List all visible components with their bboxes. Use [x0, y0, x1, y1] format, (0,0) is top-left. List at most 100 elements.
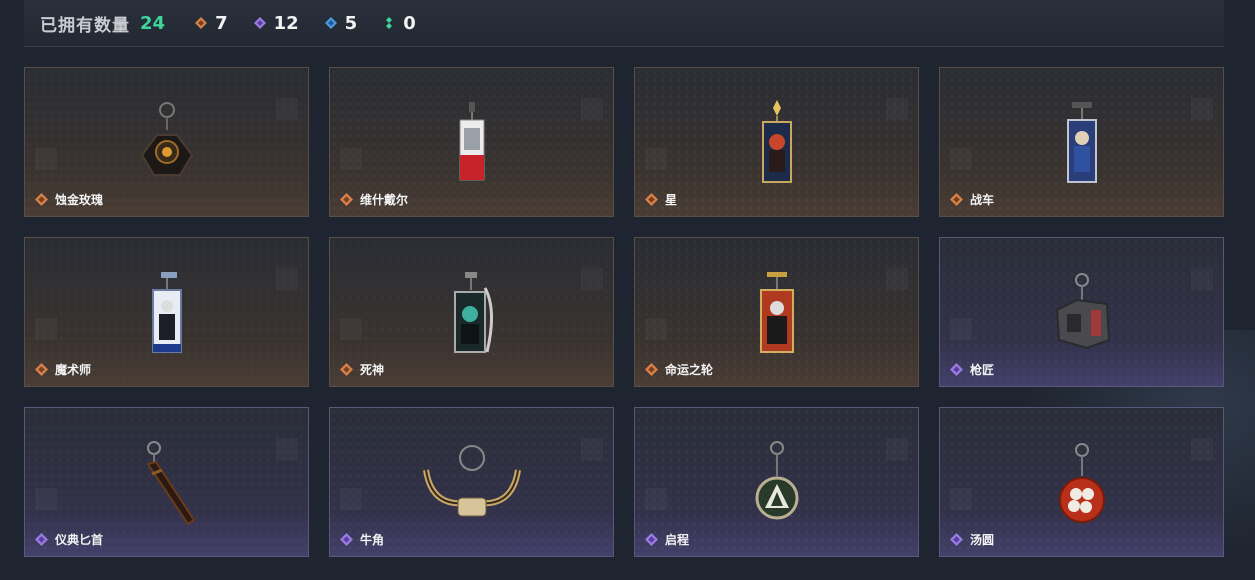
pendant-card[interactable]: 牛角 [329, 407, 614, 557]
decor-square [35, 148, 57, 170]
decor-square [35, 488, 57, 510]
decor-square [1191, 438, 1213, 460]
pendant-card[interactable]: 魔术师 [24, 237, 309, 387]
purple-diamond-icon [950, 533, 963, 546]
orange-diamond-icon [35, 363, 48, 376]
purple-diamond-icon [340, 533, 353, 546]
pendant-name: 枪匠 [970, 363, 995, 377]
pendant-label: 启程 [645, 531, 689, 548]
pendant-name: 维什戴尔 [360, 193, 409, 207]
pendant-card[interactable]: 命运之轮 [634, 237, 919, 387]
rarity-stat-blue: 5 [324, 12, 358, 34]
owned-count-label: 已拥有数量 [40, 15, 130, 36]
tarot-card-icon [759, 272, 794, 353]
decor-square [886, 438, 908, 460]
pendant-label: 蚀金玫瑰 [35, 191, 103, 208]
decor-square [1191, 268, 1213, 290]
pendant-name: 牛角 [360, 533, 385, 547]
decor-square [35, 318, 57, 340]
purple-diamond-icon [645, 533, 658, 546]
decor-square [950, 148, 972, 170]
badge-pendant-icon [755, 441, 798, 520]
pendant-label: 枪匠 [950, 361, 994, 378]
pendant-card[interactable]: 死神 [329, 237, 614, 387]
pendant-label: 维什戴尔 [340, 191, 408, 208]
decor-square [950, 318, 972, 340]
pendant-name: 命运之轮 [665, 363, 714, 377]
pendant-name: 战车 [970, 193, 995, 207]
decor-square [886, 268, 908, 290]
decor-square [340, 148, 362, 170]
decor-square [950, 488, 972, 510]
purple-diamond-icon [950, 363, 963, 376]
pendant-label: 死神 [340, 361, 384, 378]
green-diamond-icon [386, 17, 393, 29]
rarity-count-blue: 5 [344, 12, 358, 34]
pendant-name: 启程 [665, 533, 690, 547]
gun-part-pendant-icon [1055, 273, 1110, 350]
pendant-label: 牛角 [340, 531, 384, 548]
pendant-name: 仪典匕首 [55, 533, 104, 547]
pendant-label: 汤圆 [950, 531, 994, 548]
pendant-name: 星 [665, 193, 678, 207]
decor-square [645, 318, 667, 340]
decor-square [886, 98, 908, 120]
rarity-stat-green: 0 [383, 13, 416, 34]
decor-square [276, 98, 298, 120]
pendant-name: 蚀金玫瑰 [55, 193, 104, 207]
pendant-card[interactable]: 蚀金玫瑰 [24, 67, 309, 217]
pendant-card[interactable]: 汤圆 [939, 407, 1224, 557]
pendant-card[interactable]: 维什戴尔 [329, 67, 614, 217]
rarity-stat-purple: 12 [253, 12, 299, 34]
bowl-pendant-icon [1058, 443, 1105, 523]
tarot-card-icon [1066, 102, 1097, 183]
pendant-label: 星 [645, 191, 677, 208]
pendant-name: 死神 [360, 363, 385, 377]
rarity-count-purple: 12 [273, 12, 299, 34]
blue-diamond-icon [324, 17, 337, 29]
dagger-pendant-icon [145, 441, 195, 526]
orange-diamond-icon [645, 193, 658, 206]
orange-diamond-icon [645, 363, 658, 376]
pendant-label: 仪典匕首 [35, 531, 103, 548]
decor-square [340, 488, 362, 510]
orange-diamond-icon [35, 193, 48, 206]
tarot-card-icon [761, 100, 792, 183]
pendant-grid: 蚀金玫瑰 维什戴尔 星 战车 魔术师 死神 命运之轮 枪匠 仪典匕首 牛角 启程… [24, 67, 1224, 557]
pendant-card[interactable]: 星 [634, 67, 919, 217]
inventory-header: 已拥有数量 24 7 12 5 0 [24, 0, 1224, 47]
decor-square [581, 268, 603, 290]
pendant-name: 魔术师 [55, 363, 92, 377]
pendant-label: 魔术师 [35, 361, 91, 378]
orange-diamond-icon [195, 17, 208, 29]
orange-diamond-icon [340, 363, 353, 376]
card-pendant-icon [459, 102, 484, 181]
orange-diamond-icon [340, 193, 353, 206]
decor-square [645, 148, 667, 170]
decor-square [340, 318, 362, 340]
tarot-card-icon [151, 272, 182, 353]
rose-pendant-icon [140, 102, 193, 176]
pendant-card[interactable]: 枪匠 [939, 237, 1224, 387]
horn-pendant-icon [422, 445, 521, 517]
pendant-card[interactable]: 仪典匕首 [24, 407, 309, 557]
rarity-stat-orange: 7 [195, 13, 228, 34]
decor-square [645, 488, 667, 510]
pendant-card[interactable]: 启程 [634, 407, 919, 557]
purple-diamond-icon [253, 17, 266, 29]
purple-diamond-icon [35, 533, 48, 546]
pendant-card[interactable]: 战车 [939, 67, 1224, 217]
rarity-count-green: 0 [403, 12, 416, 34]
owned-count-value: 24 [140, 12, 166, 34]
pendant-label: 命运之轮 [645, 361, 713, 378]
decor-square [1191, 98, 1213, 120]
pendant-label: 战车 [950, 191, 994, 208]
rarity-count-orange: 7 [215, 12, 228, 34]
decor-square [276, 268, 298, 290]
tarot-card-icon [453, 272, 493, 353]
orange-diamond-icon [950, 193, 963, 206]
pendant-name: 汤圆 [970, 533, 995, 547]
decor-square [276, 438, 298, 460]
decor-square [581, 98, 603, 120]
decor-square [581, 438, 603, 460]
